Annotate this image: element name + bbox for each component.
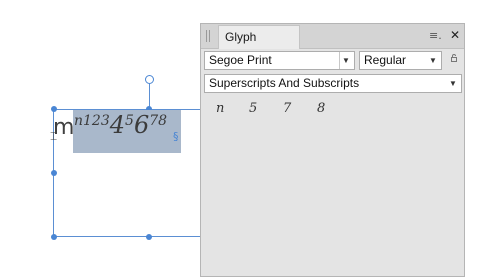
- rotation-handle[interactable]: [145, 75, 154, 84]
- text-sup3: 78: [149, 113, 168, 129]
- glyph-grid: n 5 7 8: [204, 97, 462, 273]
- handle-bottom-center[interactable]: [146, 234, 152, 240]
- cursor-icon: ⌶: [50, 129, 58, 143]
- lock-icon[interactable]: [451, 54, 457, 62]
- grip-icon[interactable]: [206, 30, 212, 42]
- chevron-down-icon: ▼: [449, 79, 457, 88]
- text-lg2: 6: [133, 111, 150, 139]
- tab-glyph-browser[interactable]: Glyph Browser: [218, 25, 300, 66]
- glyph-cell[interactable]: n: [216, 101, 224, 116]
- glyph-cell[interactable]: 7: [283, 101, 291, 116]
- chevron-down-icon: ▼: [339, 52, 352, 69]
- font-style-value: Regular: [364, 53, 407, 67]
- selected-text[interactable]: n12345678: [74, 111, 167, 139]
- text-lg1: 4: [109, 111, 126, 139]
- glyph-subset-value: Superscripts And Subscripts: [209, 76, 360, 90]
- text-sup1: n123: [74, 113, 110, 129]
- handle-bottom-left[interactable]: [51, 234, 57, 240]
- glyph-cell[interactable]: 8: [317, 101, 325, 116]
- handle-middle-left[interactable]: [51, 170, 57, 176]
- menu-icon[interactable]: ≡.: [429, 29, 442, 42]
- glyph-subset-dropdown[interactable]: Superscripts And Subscripts ▼: [204, 74, 462, 93]
- glyph-cell[interactable]: 5: [249, 101, 257, 116]
- glyph-browser-panel: Glyph Browser ≡. ✕ Segoe Print ▼ Regular…: [200, 23, 465, 277]
- font-family-value: Segoe Print: [209, 53, 272, 67]
- font-style-dropdown[interactable]: Regular ▼: [359, 51, 442, 70]
- close-icon[interactable]: ✕: [450, 28, 460, 42]
- text-overflow-icon[interactable]: §: [173, 130, 179, 143]
- handle-top-left[interactable]: [51, 106, 57, 112]
- panel-header: Glyph Browser ≡. ✕: [201, 24, 464, 66]
- chevron-down-icon: ▼: [429, 56, 437, 65]
- text-sup2: 5: [125, 113, 134, 129]
- font-family-dropdown[interactable]: Segoe Print ▼: [204, 51, 355, 70]
